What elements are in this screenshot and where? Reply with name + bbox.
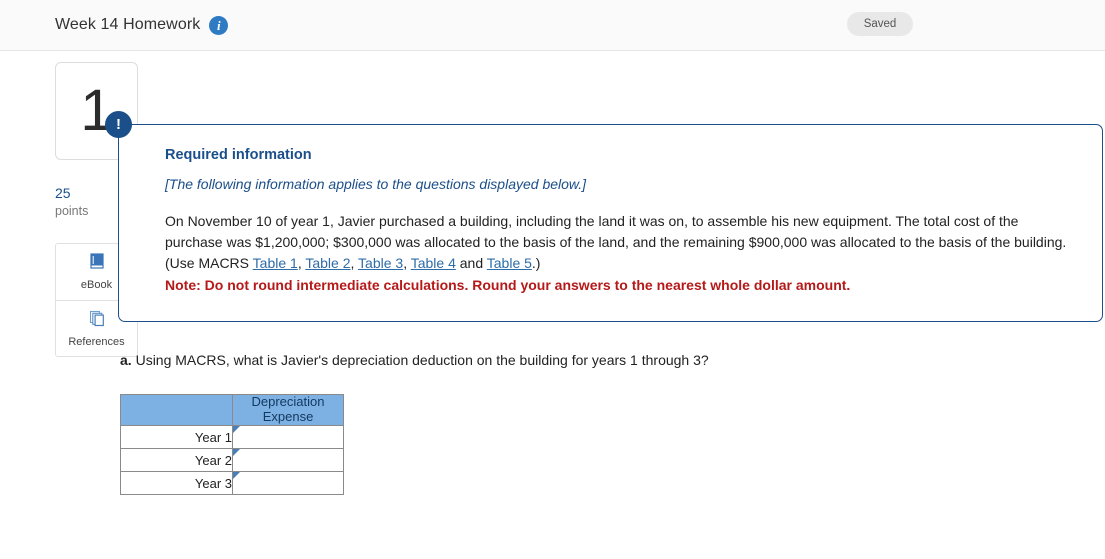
input-cell-year-2[interactable] bbox=[232, 448, 344, 472]
link-sep-3: , bbox=[403, 255, 411, 271]
callout-body: On November 10 of year 1, Javier purchas… bbox=[165, 211, 1076, 296]
callout-note: Note: Do not round intermediate calculat… bbox=[165, 277, 851, 293]
row-label-year-3: Year 3 bbox=[120, 471, 233, 495]
header-depreciation-expense: Depreciation Expense bbox=[232, 394, 344, 426]
pages-icon bbox=[87, 309, 107, 331]
required-information-callout: ! Required information [The following in… bbox=[105, 111, 1103, 322]
header-line-2: Expense bbox=[262, 409, 314, 424]
points-value: 25 bbox=[55, 185, 71, 201]
ebook-label: eBook bbox=[80, 279, 113, 292]
points-block: 25 points bbox=[55, 184, 110, 220]
row-label-year-1: Year 1 bbox=[120, 425, 233, 449]
header-line-1: Depreciation bbox=[251, 394, 325, 410]
table-row: Year 3 bbox=[120, 471, 344, 495]
link-and: and bbox=[455, 255, 487, 271]
input-cell-year-1[interactable] bbox=[232, 425, 344, 449]
header-blank-cell bbox=[120, 394, 233, 426]
question-text: Using MACRS, what is Javier's depreciati… bbox=[131, 352, 709, 368]
depreciation-answer-table: Depreciation Expense Year 1 Year 2 Year … bbox=[120, 394, 344, 495]
table-2-link[interactable]: Table 2 bbox=[305, 255, 350, 271]
table-row: Year 1 bbox=[120, 425, 344, 449]
callout-box: Required information [The following info… bbox=[118, 124, 1103, 322]
table-4-link[interactable]: Table 4 bbox=[411, 255, 456, 271]
callout-title: Required information bbox=[165, 147, 312, 163]
info-icon[interactable]: i bbox=[209, 15, 229, 35]
table-5-link[interactable]: Table 5 bbox=[487, 255, 532, 271]
callout-body-close: .) bbox=[531, 255, 541, 271]
table-1-link[interactable]: Table 1 bbox=[253, 255, 298, 271]
question-rail: 1 25 points eBook References bbox=[0, 51, 138, 357]
book-icon bbox=[87, 252, 107, 274]
year-2-amount-input[interactable] bbox=[233, 452, 343, 468]
year-3-amount-input[interactable] bbox=[233, 475, 343, 491]
table-3-link[interactable]: Table 3 bbox=[358, 255, 403, 271]
year-1-amount-input[interactable] bbox=[233, 429, 343, 445]
link-sep-2: , bbox=[350, 255, 359, 271]
callout-applies-note: [The following information applies to th… bbox=[165, 176, 587, 192]
input-cell-year-3[interactable] bbox=[232, 471, 344, 495]
question-label: a. bbox=[120, 352, 132, 368]
top-bar: Week 14 Homework i Saved bbox=[0, 0, 1105, 51]
page-body: 1 25 points eBook References ! Required … bbox=[0, 51, 1105, 495]
alert-icon: ! bbox=[105, 111, 132, 138]
row-label-year-2: Year 2 bbox=[120, 448, 233, 472]
question-a: a. Using MACRS, what is Javier's depreci… bbox=[120, 352, 1105, 368]
answer-table-wrapper: Depreciation Expense Year 1 Year 2 Year … bbox=[120, 394, 1105, 495]
main-content: ! Required information [The following in… bbox=[105, 51, 1105, 495]
page-title: Week 14 Homework bbox=[55, 16, 201, 33]
table-header-row: Depreciation Expense bbox=[120, 394, 344, 426]
table-row: Year 2 bbox=[120, 448, 344, 472]
status-badge: Saved bbox=[847, 12, 913, 36]
points-label: points bbox=[55, 203, 89, 218]
